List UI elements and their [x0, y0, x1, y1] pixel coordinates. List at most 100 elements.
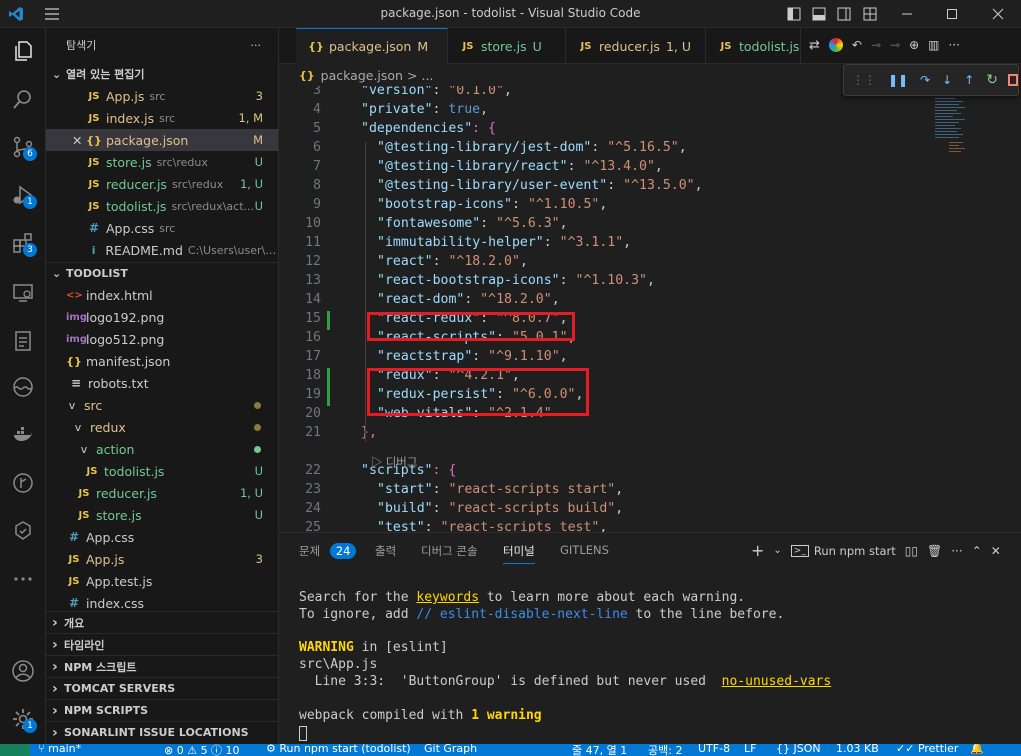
- open-editor-item[interactable]: ✕ {} package.json M: [46, 129, 278, 151]
- maximize-panel-icon[interactable]: ⌃: [972, 544, 982, 558]
- notifications-bell-icon[interactable]: 🔔: [970, 744, 984, 755]
- open-editor-item[interactable]: i README.md C:\Users\user\g...: [46, 239, 278, 261]
- close-icon[interactable]: ✕: [72, 133, 82, 148]
- settings-gear-icon[interactable]: 1: [6, 702, 40, 736]
- tree-item[interactable]: v action: [46, 438, 278, 460]
- tab-debug-console[interactable]: 디버그 콘솔: [421, 543, 478, 559]
- tree-item[interactable]: <> index.html: [46, 284, 278, 306]
- minimap[interactable]: [929, 96, 971, 176]
- section-header[interactable]: › NPM 스크립트: [46, 655, 278, 677]
- close-icon[interactable]: [988, 4, 1008, 24]
- toggle-panel-icon[interactable]: [809, 4, 829, 24]
- step-into-icon[interactable]: ↓: [942, 73, 952, 87]
- restart-icon[interactable]: ↻: [986, 72, 998, 88]
- customize-layout-icon[interactable]: [860, 4, 880, 24]
- account-icon[interactable]: [6, 654, 40, 688]
- maximize-icon[interactable]: [942, 4, 962, 24]
- remote-indicator[interactable]: [0, 744, 30, 756]
- tab-terminal[interactable]: 터미널: [503, 543, 535, 564]
- go-back-icon[interactable]: ↶: [852, 38, 862, 53]
- pause-icon[interactable]: ❚❚: [888, 73, 908, 87]
- search-icon[interactable]: [6, 82, 40, 116]
- docker-icon[interactable]: [6, 418, 40, 452]
- debug-codelens[interactable]: ▷ 디버그: [371, 454, 417, 470]
- open-editor-item[interactable]: JS store.js src\redux U: [46, 151, 278, 173]
- tree-item[interactable]: img logo512.png: [46, 328, 278, 350]
- branch-indicator[interactable]: ⑂ main*: [38, 744, 81, 755]
- color-wheel-icon[interactable]: [828, 38, 843, 52]
- open-editor-item[interactable]: JS todolist.js src\redux\act... U: [46, 195, 278, 217]
- tree-item[interactable]: JS App.js 3: [46, 548, 278, 570]
- project-header[interactable]: ⌄ TODOLIST: [46, 262, 278, 284]
- step-over-icon[interactable]: ↷: [920, 73, 930, 87]
- breadcrumb-rest[interactable]: ...: [421, 68, 433, 83]
- open-editor-item[interactable]: # App.css src: [46, 217, 278, 239]
- gitlens-icon[interactable]: ⊕: [909, 38, 919, 53]
- testing-icon[interactable]: [6, 324, 40, 358]
- tree-item[interactable]: JS reducer.js 1, U: [46, 482, 278, 504]
- section-header[interactable]: › SONARLINT ISSUE LOCATIONS: [46, 721, 278, 743]
- section-header[interactable]: › TOMCAT SERVERS: [46, 677, 278, 699]
- toggle-secondary-sidebar-icon[interactable]: [834, 4, 854, 24]
- remote-explorer-icon[interactable]: [6, 276, 40, 310]
- git-graph-indicator[interactable]: Git Graph: [424, 744, 477, 755]
- compare-changes-icon[interactable]: ⇄: [809, 38, 820, 53]
- terminal-name[interactable]: Run npm start: [814, 544, 896, 558]
- drag-handle-icon[interactable]: ⋮⋮: [852, 73, 876, 87]
- tree-item[interactable]: ≡ robots.txt: [46, 372, 278, 394]
- run-task-indicator[interactable]: ⚙ Run npm start (todolist): [266, 744, 411, 755]
- tree-item[interactable]: JS store.js U: [46, 504, 278, 526]
- more-icon[interactable]: [6, 562, 40, 596]
- close-panel-icon[interactable]: ✕: [991, 544, 1001, 558]
- git-graph-icon[interactable]: [6, 466, 40, 500]
- open-editor-item[interactable]: JS index.js src 1, M: [46, 107, 278, 129]
- extensions-icon[interactable]: 3: [6, 226, 40, 260]
- tab-todolist-js[interactable]: JS todolist.js: [706, 28, 801, 64]
- language-mode[interactable]: {} JSON: [776, 744, 821, 755]
- explorer-icon[interactable]: [6, 34, 40, 68]
- tab-package-json[interactable]: {} package.json M: [296, 28, 448, 64]
- open-editors-header[interactable]: ⌄ 열려 있는 편집기: [46, 63, 278, 85]
- timeline-icon[interactable]: [6, 370, 40, 404]
- tab-store-js[interactable]: JS store.js U: [448, 28, 566, 64]
- cursor-position[interactable]: 줄 47, 열 1: [572, 744, 627, 756]
- tree-item[interactable]: JS App.test.js: [46, 570, 278, 592]
- sonarlint-icon[interactable]: [6, 514, 40, 548]
- more-actions-icon[interactable]: ···: [951, 544, 962, 558]
- tab-problems[interactable]: 문제 24: [299, 543, 357, 559]
- minimize-icon[interactable]: [897, 4, 917, 24]
- open-editor-item[interactable]: JS App.js src 3: [46, 85, 278, 107]
- section-header[interactable]: › 타임라인: [46, 633, 278, 655]
- prettier-indicator[interactable]: ✓✓ Prettier: [896, 744, 958, 755]
- prev-change-icon[interactable]: ⊸: [871, 38, 881, 53]
- chevron-down-icon[interactable]: ⌄: [773, 545, 781, 556]
- step-out-icon[interactable]: ↑: [964, 73, 974, 87]
- tree-item[interactable]: v redux: [46, 416, 278, 438]
- run-debug-icon[interactable]: 1: [6, 178, 40, 212]
- rule-link[interactable]: no-unused-vars: [722, 674, 832, 689]
- tree-item[interactable]: v src: [46, 394, 278, 416]
- section-header[interactable]: › 개요: [46, 611, 278, 633]
- split-editor-icon[interactable]: ▥: [928, 38, 939, 53]
- more-actions-icon[interactable]: ···: [949, 38, 960, 53]
- section-header[interactable]: › NPM SCRIPTS: [46, 699, 278, 721]
- split-terminal-icon[interactable]: ▯▯: [905, 544, 918, 558]
- tree-item[interactable]: {} manifest.json: [46, 350, 278, 372]
- breadcrumb-file[interactable]: package.json: [321, 68, 403, 83]
- tab-reducer-js[interactable]: JS reducer.js 1, U: [566, 28, 706, 64]
- code-view[interactable]: 3 "version": "0.1.0", 4 "private": true, 5 "d…: [279, 86, 1021, 532]
- tab-gitlens[interactable]: GITLENS: [560, 543, 609, 557]
- indentation[interactable]: 공백: 2: [648, 744, 682, 756]
- tree-item[interactable]: JS todolist.js U: [46, 460, 278, 482]
- tree-item[interactable]: img logo192.png: [46, 306, 278, 328]
- end-of-line[interactable]: LF: [744, 744, 756, 755]
- encoding[interactable]: UTF-8: [698, 744, 730, 755]
- source-control-icon[interactable]: 6: [6, 130, 40, 164]
- toggle-sidebar-icon[interactable]: [784, 4, 804, 24]
- next-change-icon[interactable]: ⊸: [890, 38, 900, 53]
- tab-output[interactable]: 출력: [375, 543, 396, 559]
- explorer-more-icon[interactable]: ···: [251, 39, 262, 52]
- open-editor-item[interactable]: JS reducer.js src\redux 1, U: [46, 173, 278, 195]
- new-terminal-icon[interactable]: +: [751, 541, 764, 560]
- problems-indicator[interactable]: ⊗ 0 ⚠ 5 ⓘ 10: [164, 744, 240, 756]
